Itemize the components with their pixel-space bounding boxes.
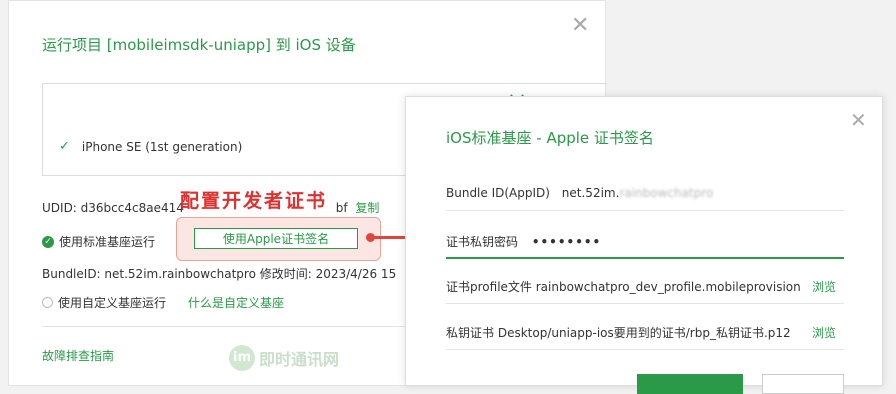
standard-base-option[interactable]: ✓ 使用标准基座运行 [42,233,155,250]
profile-browse-link[interactable]: 浏览 [812,278,836,295]
close-icon[interactable]: ✕ [571,15,589,37]
cancel-button[interactable] [762,374,844,394]
annotation-text: 配置开发者证书 [180,190,328,212]
divider [446,349,844,350]
start-sign-button[interactable] [637,374,743,394]
copy-link[interactable]: 复制 [355,201,379,215]
standard-base-label: 使用标准基座运行 [59,235,156,249]
custom-base-help-link[interactable]: 什么是自定义基座 [188,294,284,311]
apple-cert-sign-button[interactable]: 使用Apple证书签名 [194,228,358,249]
divider [446,303,844,304]
close-icon[interactable]: ✕ [850,110,867,130]
apple-cert-dialog: iOS标准基座 - Apple 证书签名 ✕ Bundle ID(AppID) … [405,96,883,394]
profile-field: 证书profile文件 rainbowchatpro_dev_profile.m… [446,278,844,295]
private-key-label: 私钥证书 [446,326,495,340]
udid-text: UDID: d36bcc4c8ae414 [42,201,184,215]
troubleshoot-link[interactable]: 故障排查指南 [42,347,114,364]
cert-dialog-title: iOS标准基座 - Apple 证书签名 [446,129,654,147]
watermark-text: 即时通讯网 [259,350,340,369]
radio-checked-icon[interactable]: ✓ [42,235,54,248]
watermark-logo: im [229,345,255,371]
profile-label: 证书profile文件 [446,280,532,294]
custom-base-option[interactable]: 使用自定义基座运行 什么是自定义基座 [42,294,284,311]
run-dialog-title: 运行项目 [mobileimsdk-uniapp] 到 iOS 设备 [42,36,356,54]
device-name: iPhone SE (1st generation) [81,139,243,154]
udid-tail: bf [335,201,348,215]
divider [446,210,844,211]
bundle-id-label: Bundle ID(AppID) [446,186,550,200]
private-key-field: 私钥证书 Desktop/uniapp-ios要用到的证书/rbp_私钥证书.p… [446,324,844,341]
device-item[interactable]: ✓ iPhone SE (1st generation) [59,139,242,154]
custom-base-label: 使用自定义基座运行 [58,296,167,310]
bundle-info: BundleID: net.52im.rainbowchatpro 修改时间: … [42,267,397,281]
cert-password-field[interactable]: 证书私钥密码 •••••••• [446,233,844,250]
private-key-value[interactable]: Desktop/uniapp-ios要用到的证书/rbp_私钥证书.p12 [498,326,791,340]
cert-password-label: 证书私钥密码 [446,235,519,249]
profile-value[interactable]: rainbowchatpro_dev_profile.mobileprovisi… [536,280,801,294]
bundle-id-value: net.52im. [561,186,620,200]
bundle-id-field: Bundle ID(AppID) net.52im.rainbowchatpro [446,186,844,200]
private-key-browse-link[interactable]: 浏览 [812,324,836,341]
radio-unchecked-icon[interactable] [42,297,53,308]
sign-button-highlight: 使用Apple证书签名 [176,217,381,261]
cert-password-input[interactable]: •••••••• [532,235,601,249]
watermark: im 即时通讯网 [229,345,339,371]
bundle-id-blurred: rainbowchatpro [619,186,714,200]
arrow-line [372,236,408,239]
check-icon: ✓ [59,139,70,154]
input-underline [446,257,844,259]
